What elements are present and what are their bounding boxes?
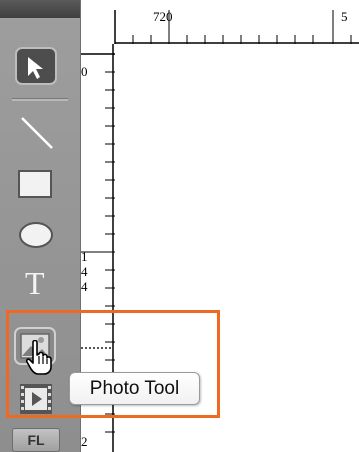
photo-tool-tooltip: Photo Tool (69, 372, 200, 405)
ruler-label-digit-4: 2 (81, 434, 88, 449)
line-icon (21, 117, 53, 149)
tools-panel-header (0, 0, 80, 18)
text-tool-button[interactable]: T (12, 262, 60, 308)
ruler-label-partial: 5 (341, 9, 348, 24)
rectangle-icon (18, 170, 52, 198)
svg-text:T: T (25, 265, 45, 301)
ruler-label-digit-1: 1 (81, 249, 88, 264)
horizontal-ruler-ticks (114, 10, 359, 44)
ruler-label-digit-2: 4 (81, 264, 88, 279)
line-tool-button[interactable] (12, 110, 60, 156)
toolbar-separator (12, 98, 68, 101)
hand-cursor-icon (24, 339, 54, 381)
select-tool-button[interactable] (12, 46, 60, 92)
horizontal-ruler: 720 5 (81, 0, 359, 44)
ruler-label-720: 720 (153, 9, 173, 24)
text-icon: T (25, 265, 45, 301)
ruler-label-0: 0 (81, 64, 88, 79)
rectangle-tool-button[interactable] (12, 165, 60, 211)
flash-icon: FL (27, 432, 45, 448)
ellipse-icon (19, 222, 53, 248)
ellipse-tool-button[interactable] (12, 218, 60, 264)
arrow-select-icon (15, 47, 57, 85)
flash-tool-button[interactable]: FL (12, 428, 60, 452)
ruler-label-digit-3: 4 (81, 279, 88, 294)
